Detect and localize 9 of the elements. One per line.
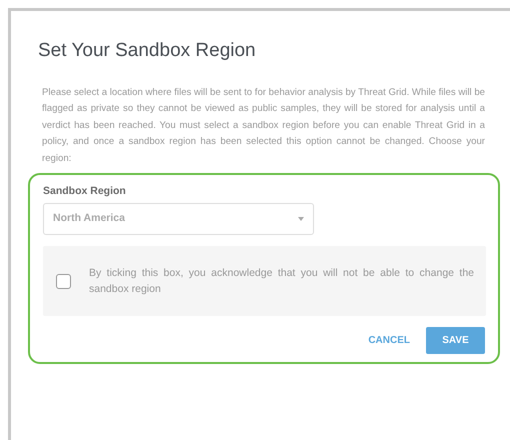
cancel-button[interactable]: CANCEL [366,329,412,352]
description-text: Please select a location where files will be sent to for behavior analysis by Threat Grid. While files will be flagged as private so they cannot be viewed as public samples, they will be stored for analysis until a verdict has been reached. You must select a sandbox region before you can enable Threat Grid in a policy, and once a sandbox region has been selected this option cannot be changed. Choose your region: [42,86,485,166]
caret-icon [298,217,304,221]
acknowledge-checkbox[interactable] [56,274,71,288]
region-select[interactable]: North America [43,203,314,235]
save-button[interactable]: SAVE [426,327,485,354]
dialog-title: Set Your Sandbox Region [38,39,257,63]
field-label: Sandbox Region [43,184,127,200]
acknowledgement-text: By ticking this box, you acknowledge that you will not be able to change the sandbox region [89,266,474,297]
